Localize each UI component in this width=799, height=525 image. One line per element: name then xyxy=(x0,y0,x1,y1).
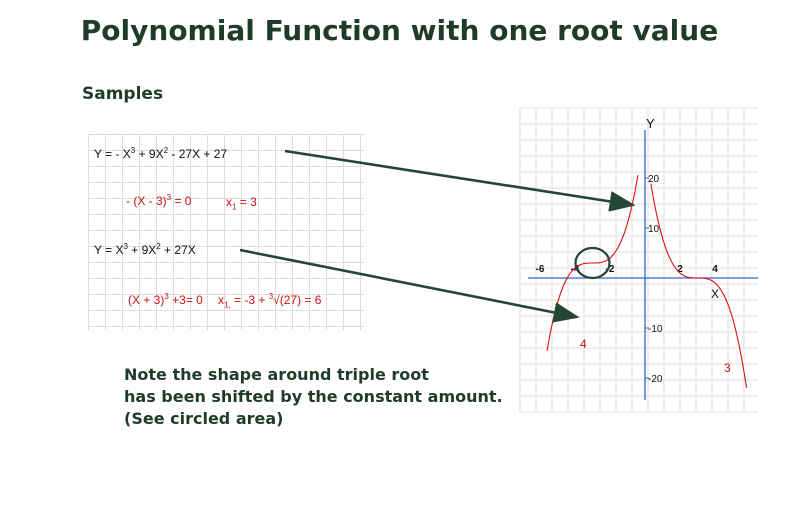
x-tick-label: 4 xyxy=(712,264,718,275)
y-tick-label: 20 xyxy=(648,174,660,185)
x-axis-label: X xyxy=(711,287,719,301)
y-tick-label: -20 xyxy=(648,374,663,385)
y-axis-label: Y xyxy=(646,116,655,131)
curve-label: 4 xyxy=(580,337,587,351)
function-graph: YX-6 -4 -2 2 42010-10-2043 xyxy=(239,107,758,413)
curve-series-4 xyxy=(546,174,639,352)
y-tick-label: -10 xyxy=(648,324,663,335)
arrow-equation-1 xyxy=(284,149,636,212)
x-tick-label: -6 xyxy=(536,264,545,275)
curve-series-3 xyxy=(650,183,748,388)
curve-label: 3 xyxy=(724,361,731,375)
y-tick-label: 10 xyxy=(648,224,660,235)
